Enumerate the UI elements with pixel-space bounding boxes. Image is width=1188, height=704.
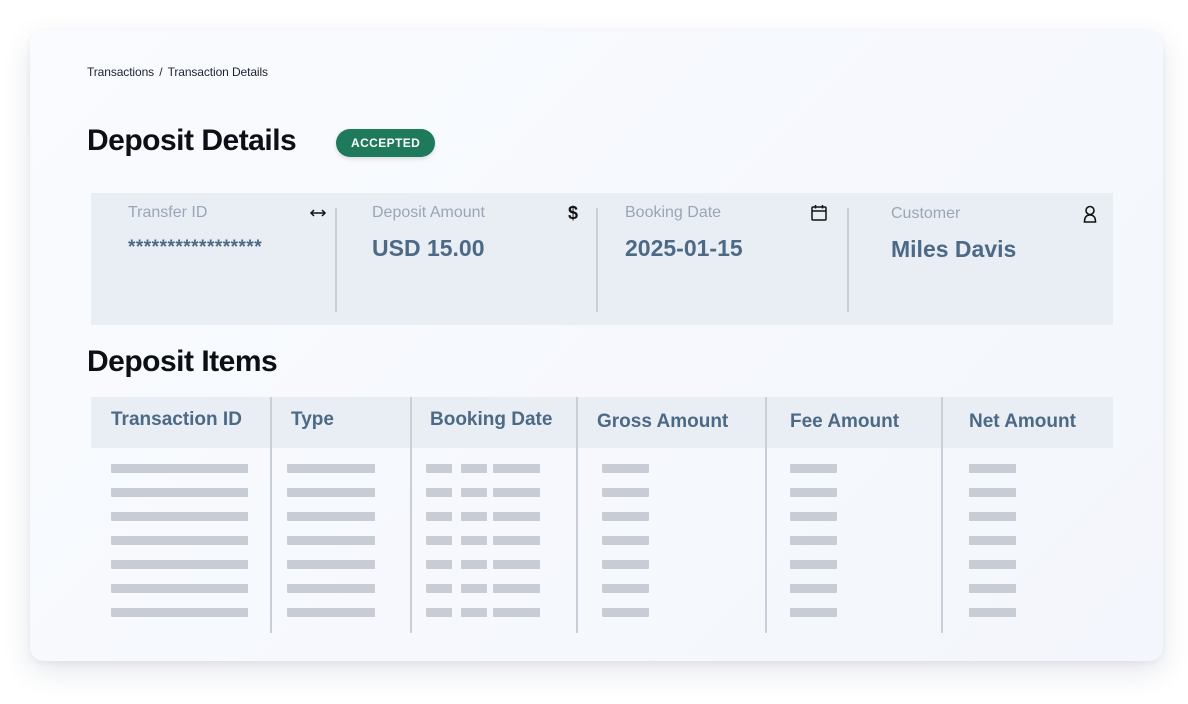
- column-header-net-amount[interactable]: Net Amount: [969, 411, 1076, 433]
- placeholder-bar: [461, 560, 487, 569]
- placeholder-bar: [461, 488, 487, 497]
- placeholder-bar: [493, 608, 540, 617]
- placeholder-bar: [602, 560, 649, 569]
- placeholder-bar: [602, 488, 649, 497]
- page-title: Deposit Details: [87, 124, 297, 157]
- placeholder-bar: [602, 464, 649, 473]
- breadcrumb: Transactions / Transaction Details: [87, 65, 268, 79]
- placeholder-bar: [790, 536, 837, 545]
- deposit-amount-value: USD 15.00: [372, 235, 485, 261]
- table-row[interactable]: [91, 488, 1113, 497]
- placeholder-bar: [287, 512, 375, 521]
- placeholder-bar: [111, 584, 248, 593]
- breadcrumb-transactions-link[interactable]: Transactions: [87, 65, 154, 79]
- column-header-type[interactable]: Type: [291, 409, 334, 431]
- column-header-transaction-id[interactable]: Transaction ID: [111, 409, 242, 431]
- dollar-icon: $: [567, 202, 578, 223]
- placeholder-bar: [790, 488, 837, 497]
- calendar-icon: [809, 203, 829, 223]
- placeholder-bar: [602, 512, 649, 521]
- deposit-items-table: Transaction ID Type Booking Date Gross A…: [91, 397, 1113, 633]
- placeholder-bar: [111, 464, 248, 473]
- placeholder-bar: [287, 536, 375, 545]
- placeholder-bar: [461, 584, 487, 593]
- placeholder-bar: [602, 584, 649, 593]
- placeholder-bar: [111, 488, 248, 497]
- placeholder-bar: [602, 608, 649, 617]
- placeholder-bar: [493, 536, 540, 545]
- placeholder-bar: [287, 488, 375, 497]
- placeholder-bar: [790, 560, 837, 569]
- placeholder-bar: [111, 608, 248, 617]
- placeholder-bar: [426, 512, 452, 521]
- transfer-id-label: Transfer ID: [128, 204, 208, 221]
- placeholder-bar: [790, 608, 837, 617]
- placeholder-bar: [426, 464, 452, 473]
- placeholder-bar: [969, 464, 1016, 473]
- placeholder-bar: [111, 560, 248, 569]
- placeholder-bar: [426, 608, 452, 617]
- summary-panel: Transfer ID ***************** Deposit Am…: [91, 193, 1113, 325]
- placeholder-bar: [493, 488, 540, 497]
- placeholder-bar: [287, 560, 375, 569]
- placeholder-bar: [493, 584, 540, 593]
- booking-date-label: Booking Date: [625, 204, 722, 221]
- table-header: Transaction ID Type Booking Date Gross A…: [91, 397, 1113, 448]
- placeholder-bar: [969, 536, 1016, 545]
- deposit-items-title: Deposit Items: [87, 345, 278, 378]
- table-row[interactable]: [91, 512, 1113, 521]
- placeholder-bar: [493, 560, 540, 569]
- column-header-fee-amount[interactable]: Fee Amount: [790, 411, 899, 433]
- summary-deposit-amount: Deposit Amount USD 15.00 $: [337, 193, 597, 325]
- placeholder-bar: [790, 464, 837, 473]
- placeholder-bar: [790, 512, 837, 521]
- table-row[interactable]: [91, 584, 1113, 593]
- table-row[interactable]: [91, 608, 1113, 617]
- placeholder-bar: [426, 560, 452, 569]
- customer-label: Customer: [891, 205, 961, 222]
- placeholder-bar: [493, 512, 540, 521]
- placeholder-bar: [790, 584, 837, 593]
- table-row[interactable]: [91, 536, 1113, 545]
- person-icon: [1080, 204, 1100, 224]
- summary-booking-date: Booking Date 2025-01-15: [598, 193, 848, 325]
- status-badge: ACCEPTED: [336, 129, 436, 157]
- breadcrumb-separator: /: [159, 65, 163, 79]
- summary-customer: Customer Miles Davis: [849, 193, 1113, 325]
- placeholder-bar: [111, 536, 248, 545]
- placeholder-bar: [461, 512, 487, 521]
- placeholder-bar: [461, 464, 487, 473]
- placeholder-bar: [426, 488, 452, 497]
- deposit-details-card: Transactions / Transaction Details Depos…: [30, 30, 1163, 661]
- transfer-arrows-icon: [308, 203, 328, 223]
- placeholder-bar: [969, 584, 1016, 593]
- placeholder-bar: [111, 512, 248, 521]
- placeholder-bar: [969, 488, 1016, 497]
- placeholder-bar: [426, 584, 452, 593]
- placeholder-bar: [426, 536, 452, 545]
- summary-transfer-id: Transfer ID *****************: [91, 193, 336, 325]
- transfer-id-value: *****************: [128, 237, 263, 258]
- deposit-amount-label: Deposit Amount: [372, 204, 485, 221]
- placeholder-bar: [969, 512, 1016, 521]
- placeholder-bar: [602, 536, 649, 545]
- placeholder-bar: [287, 608, 375, 617]
- column-header-booking-date[interactable]: Booking Date: [430, 409, 552, 431]
- placeholder-bar: [461, 536, 487, 545]
- customer-value: Miles Davis: [891, 236, 1017, 262]
- placeholder-bar: [969, 608, 1016, 617]
- table-row[interactable]: [91, 560, 1113, 569]
- placeholder-bar: [493, 464, 540, 473]
- column-header-gross-amount[interactable]: Gross Amount: [597, 411, 728, 433]
- placeholder-bar: [287, 464, 375, 473]
- booking-date-value: 2025-01-15: [625, 235, 743, 261]
- placeholder-bar: [287, 584, 375, 593]
- placeholder-bar: [461, 608, 487, 617]
- placeholder-bar: [969, 560, 1016, 569]
- breadcrumb-current: Transaction Details: [167, 65, 268, 79]
- table-row[interactable]: [91, 464, 1113, 473]
